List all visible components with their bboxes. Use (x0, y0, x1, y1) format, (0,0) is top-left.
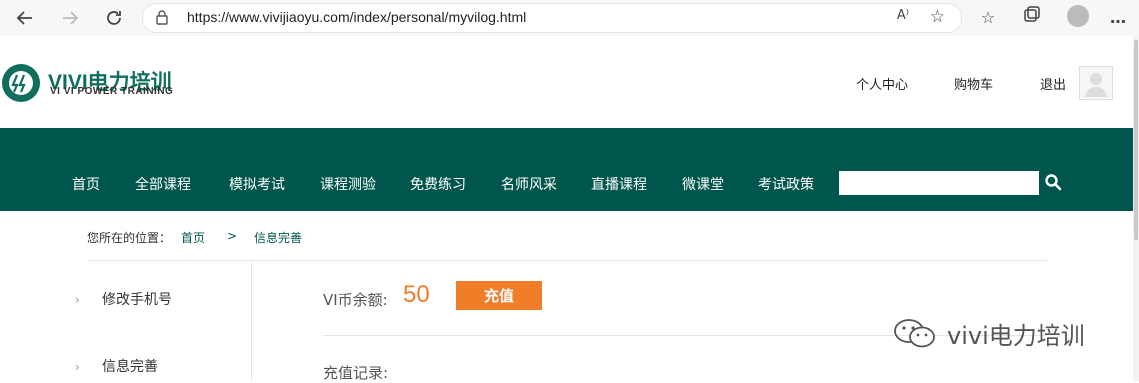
cart-link[interactable]: 购物车 (954, 74, 993, 93)
favorite-add-icon[interactable]: ☆ (930, 7, 945, 27)
read-aloud-icon[interactable]: A⁾ (897, 8, 909, 23)
collections-icon[interactable] (1020, 6, 1044, 30)
content-divider (323, 335, 1047, 336)
scrollbar-thumb[interactable] (1134, 40, 1138, 240)
sidebar-divider (251, 262, 252, 381)
refresh-icon[interactable] (102, 6, 126, 30)
site-header: VIVI电力培训 VI VI POWER TRAINING 个人中心 购物车 退… (0, 36, 1133, 128)
sidebar-item-info-complete[interactable]: › 信息完善 (75, 356, 158, 376)
more-icon[interactable]: … (1106, 6, 1130, 30)
chevron-right-icon: › (75, 293, 80, 307)
personal-center-link[interactable]: 个人中心 (856, 74, 908, 93)
chevron-right-icon: › (75, 360, 80, 374)
logout-link[interactable]: 退出 (1040, 74, 1066, 93)
favorites-icon[interactable]: ☆ (976, 6, 1000, 30)
wechat-icon (893, 318, 937, 350)
nav-item-micro-class[interactable]: 微课堂 (682, 174, 724, 194)
divider (87, 260, 1047, 261)
logo-icon[interactable] (2, 64, 40, 102)
back-icon[interactable] (13, 6, 37, 30)
breadcrumb-prefix: 您所在的位置： (87, 231, 172, 245)
lock-icon[interactable] (155, 9, 169, 25)
main-nav: 首页 全部课程 模拟考试 课程测验 免费练习 名师风采 直播课程 微课堂 考试政… (0, 128, 1133, 211)
nav-item-home[interactable]: 首页 (72, 174, 100, 194)
address-bar[interactable]: https://www.vivijiaoyu.com/index/persona… (142, 3, 962, 33)
nav-item-teachers[interactable]: 名师风采 (501, 174, 557, 194)
nav-item-free-practice[interactable]: 免费练习 (410, 174, 466, 194)
url-text[interactable]: https://www.vivijiaoyu.com/index/persona… (187, 9, 526, 25)
balance-value: 50 (403, 281, 430, 308)
sidebar-item-label: 修改手机号 (102, 292, 172, 308)
profile-icon[interactable] (1067, 5, 1089, 27)
avatar[interactable] (1079, 66, 1113, 100)
nav-item-all-courses[interactable]: 全部课程 (135, 174, 191, 194)
nav-item-mock-exam[interactable]: 模拟考试 (229, 174, 285, 194)
records-label: 充值记录: (323, 364, 389, 382)
breadcrumb-home[interactable]: 首页 (181, 229, 205, 246)
watermark-text: vivi电力培训 (947, 322, 1085, 350)
recharge-button[interactable]: 充值 (456, 281, 542, 310)
sidebar-item-change-phone[interactable]: › 修改手机号 (75, 289, 172, 309)
nav-item-course-quiz[interactable]: 课程测验 (320, 174, 376, 194)
breadcrumb-current[interactable]: 信息完善 (254, 229, 302, 246)
nav-item-exam-policy[interactable]: 考试政策 (758, 174, 814, 194)
search-icon[interactable] (1044, 173, 1062, 191)
breadcrumb-separator: > (227, 229, 238, 243)
logo-subtitle: VI VI POWER TRAINING (50, 86, 174, 97)
balance-label: VI币余额: (323, 291, 388, 309)
sidebar-item-label: 信息完善 (102, 359, 158, 375)
nav-item-live-courses[interactable]: 直播课程 (591, 174, 647, 194)
forward-icon[interactable] (58, 6, 82, 30)
browser-toolbar: https://www.vivijiaoyu.com/index/persona… (0, 0, 1139, 37)
search-input[interactable] (839, 171, 1039, 195)
